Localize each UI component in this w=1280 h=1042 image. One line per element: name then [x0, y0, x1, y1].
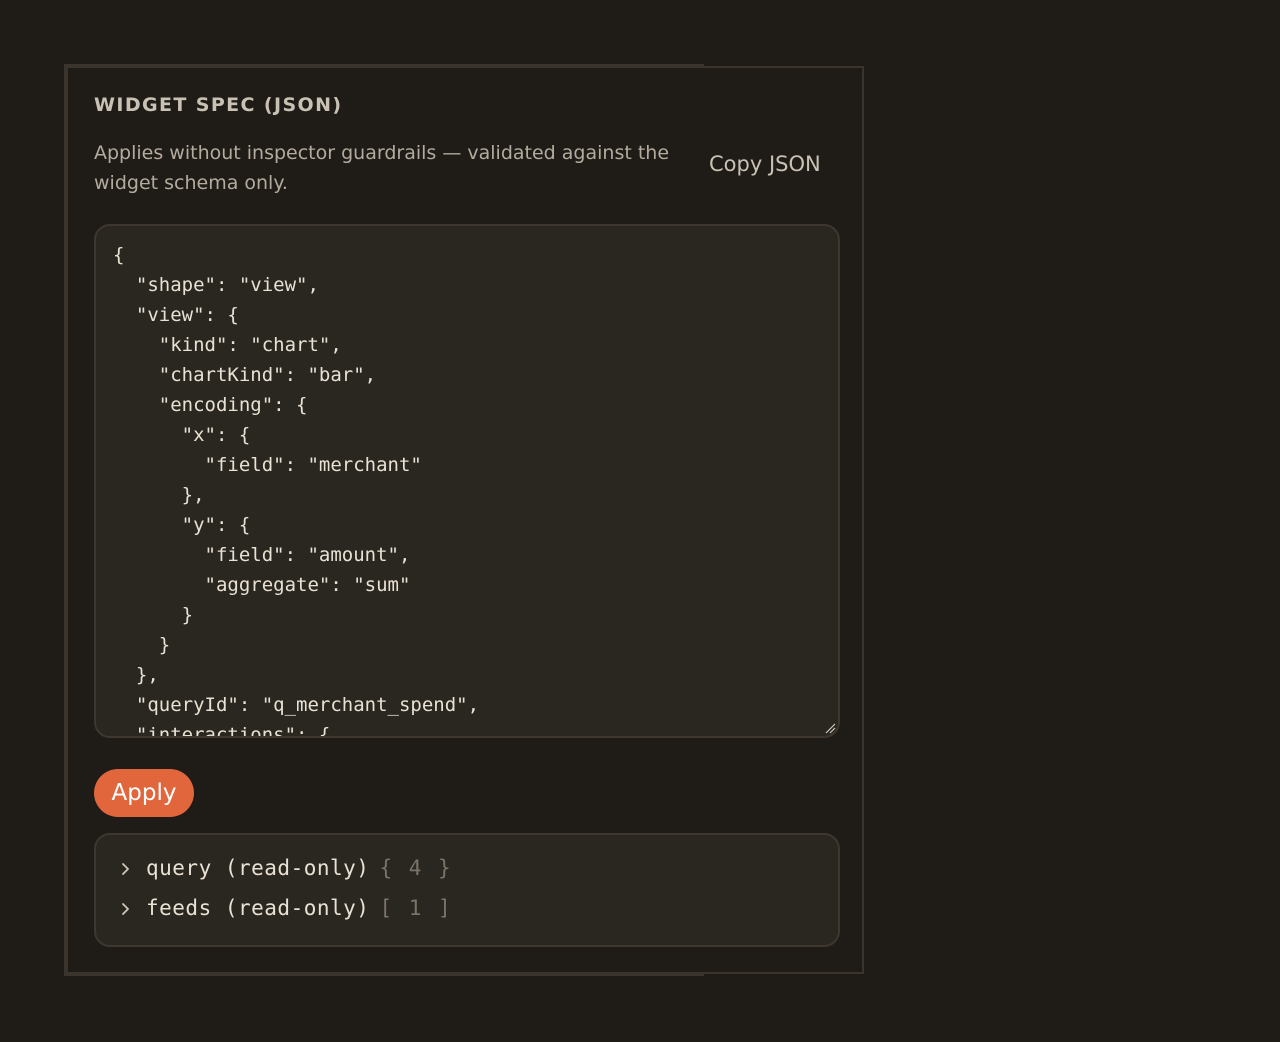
tree-item-label: query (read-only) [146, 856, 370, 880]
resize-grip-icon[interactable] [824, 722, 836, 734]
json-editor: { "shape": "view", "view": { "kind": "ch… [94, 224, 840, 738]
panel-title: WIDGET SPEC (JSON) [94, 94, 343, 116]
apply-button[interactable]: Apply [94, 769, 194, 817]
tree-item-label: feeds (read-only) [146, 896, 370, 920]
widget-spec-panel: WIDGET SPEC (JSON) Applies without inspe… [66, 66, 864, 974]
chevron-right-icon [116, 893, 146, 923]
tree-item-count: [ 1 ] [379, 896, 453, 920]
chevron-right-icon [116, 853, 146, 883]
tree-item-count: { 4 } [379, 856, 453, 880]
readonly-tree: query (read-only) { 4 } feeds (read-only… [94, 833, 840, 947]
copy-json-button[interactable]: Copy JSON [709, 152, 821, 176]
panel-description: Applies without inspector guardrails — v… [94, 142, 670, 194]
tree-item-feeds[interactable]: feeds (read-only) [ 1 ] [116, 893, 453, 923]
tree-item-query[interactable]: query (read-only) { 4 } [116, 853, 453, 883]
json-editor-textarea[interactable]: { "shape": "view", "view": { "kind": "ch… [96, 226, 838, 736]
